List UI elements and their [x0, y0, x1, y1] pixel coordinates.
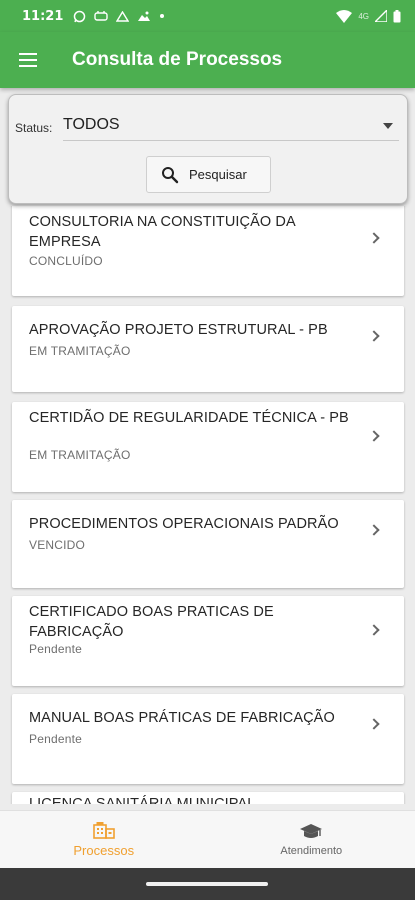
- process-list: CONSULTORIA NA CONSTITUIÇÃO DA EMPRESA C…: [0, 206, 415, 804]
- process-card[interactable]: CERTIFICADO BOAS PRATICAS DE FABRICAÇÃO …: [12, 596, 404, 686]
- process-status: EM TRAMITAÇÃO: [29, 344, 131, 358]
- nav-processos[interactable]: Processos: [0, 811, 208, 868]
- chevron-right-icon: [368, 232, 380, 244]
- building-icon: [92, 822, 115, 839]
- whatsapp-icon: [74, 10, 86, 22]
- process-card[interactable]: MANUAL BOAS PRÁTICAS DE FABRICAÇÃO Pende…: [12, 694, 404, 784]
- home-gesture-handle[interactable]: [146, 882, 268, 886]
- status-label: Status:: [15, 121, 53, 135]
- chevron-right-icon: [368, 524, 380, 536]
- chevron-right-icon: [368, 718, 380, 730]
- status-select-value: TODOS: [63, 115, 120, 133]
- bottom-navigation: Processos Atendimento: [0, 810, 415, 868]
- process-status: Pendente: [29, 732, 82, 746]
- process-status: EM TRAMITAÇÃO: [29, 448, 131, 462]
- battery-icon: [393, 9, 401, 22]
- wifi-icon: [336, 9, 353, 23]
- status-bar: 11:21 4G: [0, 0, 415, 32]
- system-icons: 4G: [336, 9, 401, 23]
- network-label: 4G: [358, 11, 369, 21]
- graduation-cap-icon: [300, 823, 323, 838]
- process-card[interactable]: LICENÇA SANITÁRIA MUNICIPAL: [12, 792, 404, 804]
- nav-atendimento-label: Atendimento: [280, 844, 343, 857]
- page-title: Consulta de Processos: [72, 49, 283, 70]
- filter-panel: Status: TODOS Pesquisar: [8, 94, 408, 204]
- process-title: LICENÇA SANITÁRIA MUNICIPAL: [29, 796, 256, 804]
- process-status: Pendente: [29, 642, 82, 656]
- process-title: PROCEDIMENTOS OPERACIONAIS PADRÃO: [29, 516, 339, 532]
- signal-icon: [375, 10, 387, 22]
- chevron-right-icon: [368, 624, 380, 636]
- process-title: CERTIFICADO BOAS PRATICAS DE FABRICAÇÃO: [29, 604, 274, 640]
- app-bar: Consulta de Processos: [0, 32, 415, 88]
- nav-atendimento[interactable]: Atendimento: [208, 811, 415, 868]
- search-icon: [162, 166, 179, 183]
- process-title: CERTIDÃO DE REGULARIDADE TÉCNICA - PB: [29, 410, 349, 426]
- process-card[interactable]: APROVAÇÃO PROJETO ESTRUTURAL - PB EM TRA…: [12, 306, 404, 392]
- chevron-right-icon: [368, 430, 380, 442]
- process-title: APROVAÇÃO PROJETO ESTRUTURAL - PB: [29, 322, 328, 338]
- drive-icon: [116, 10, 130, 22]
- search-button[interactable]: Pesquisar: [146, 156, 271, 193]
- nav-processos-label: Processos: [73, 843, 135, 858]
- image-icon: [138, 11, 151, 21]
- process-card[interactable]: CONSULTORIA NA CONSTITUIÇÃO DA EMPRESA C…: [12, 206, 404, 296]
- dropdown-caret-icon: [383, 123, 393, 129]
- menu-icon[interactable]: [0, 32, 56, 88]
- process-card[interactable]: CERTIDÃO DE REGULARIDADE TÉCNICA - PB EM…: [12, 402, 404, 492]
- process-title: CONSULTORIA NA CONSTITUIÇÃO DA EMPRESA: [29, 214, 295, 250]
- cloud-icon: [94, 11, 109, 21]
- search-button-label: Pesquisar: [189, 167, 247, 182]
- process-status: VENCIDO: [29, 538, 86, 552]
- clock: 11:21: [22, 8, 64, 24]
- chevron-right-icon: [368, 330, 380, 342]
- status-select[interactable]: TODOS: [63, 109, 399, 141]
- process-title: MANUAL BOAS PRÁTICAS DE FABRICAÇÃO: [29, 710, 335, 726]
- dot-icon: [160, 14, 165, 18]
- process-status: CONCLUÍDO: [29, 254, 103, 268]
- system-navigation-bar: [0, 868, 415, 900]
- notification-icons: [73, 10, 165, 23]
- process-card[interactable]: PROCEDIMENTOS OPERACIONAIS PADRÃO VENCID…: [12, 500, 404, 588]
